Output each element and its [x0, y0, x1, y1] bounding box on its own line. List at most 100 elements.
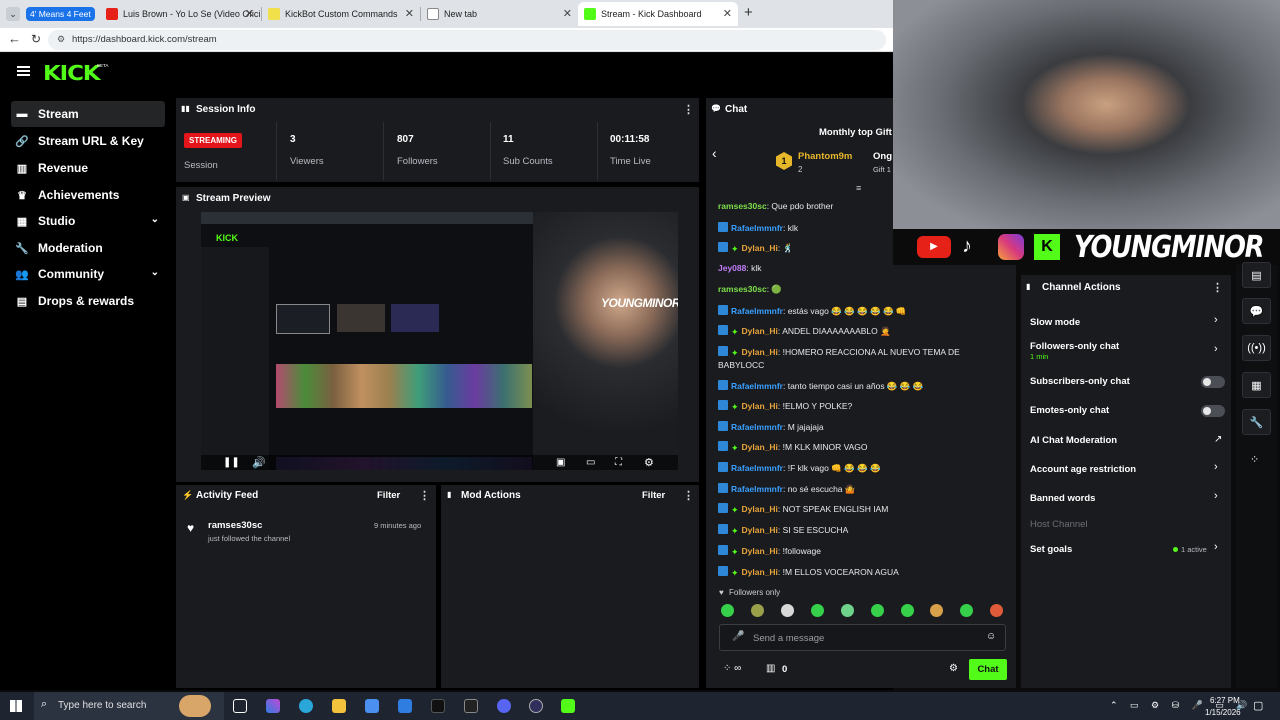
file-explorer-icon[interactable] — [332, 699, 346, 713]
chat-username[interactable]: Rafaelmmnfr — [731, 223, 783, 233]
taskbar-search-box[interactable]: ⌕ Type here to search — [34, 692, 224, 720]
chat-username[interactable]: Dylan_Hi — [742, 504, 778, 514]
emote-icon[interactable] — [781, 604, 794, 617]
volume-icon[interactable]: 🔊 — [252, 456, 266, 469]
notification-icon[interactable]: ▢ — [1253, 699, 1263, 712]
chat-username[interactable]: Dylan_Hi — [742, 326, 778, 336]
fullscreen-icon[interactable]: ⛶ — [615, 457, 622, 468]
chat-username[interactable]: ramses30sc — [718, 284, 767, 294]
chat-username[interactable]: Rafaelmmnfr — [731, 463, 783, 473]
emote-icon[interactable] — [990, 604, 1003, 617]
sidebar-item-achievements[interactable]: ♛ Achievements — [11, 182, 165, 208]
chat-username[interactable]: Rafaelmmnfr — [731, 484, 783, 494]
task-view-icon[interactable] — [233, 699, 247, 713]
top-gifter-name[interactable]: Phantom9m — [798, 151, 852, 162]
chat-username[interactable]: ramses30sc — [718, 201, 767, 211]
chat-username[interactable]: Rafaelmmnfr — [731, 381, 783, 391]
session-menu-kebab-icon[interactable]: ⋮ — [683, 103, 694, 116]
chevron-right-icon[interactable]: › — [1214, 461, 1218, 473]
stream-preview-video[interactable]: KICK YOUNGMINOR ❚❚ 🔊 ▣ ▭ ⛶ ⚙ — [201, 212, 678, 470]
close-tab-icon[interactable]: ✕ — [405, 7, 414, 20]
copilot-icon[interactable] — [266, 699, 280, 713]
tiktok-app-icon[interactable] — [431, 699, 445, 713]
chat-username[interactable]: Dylan_Hi — [742, 243, 778, 253]
emote-icon[interactable] — [871, 604, 884, 617]
followers-only-row[interactable]: Followers-only chat — [1030, 341, 1119, 352]
back-arrow-icon[interactable]: ← — [8, 31, 21, 46]
chat-input[interactable]: 🎤 Send a message ☺ — [719, 624, 1006, 651]
channel-actions-kebab-icon[interactable]: ⋮ — [1212, 281, 1223, 294]
chat-username[interactable]: Dylan_Hi — [742, 401, 778, 411]
chevron-right-icon[interactable]: › — [1214, 490, 1218, 502]
theater-mode-icon[interactable]: ▭ — [586, 457, 595, 468]
store-icon[interactable] — [365, 699, 379, 713]
chat-username[interactable]: Dylan_Hi — [742, 567, 778, 577]
emotes-only-toggle[interactable] — [1201, 405, 1225, 417]
emote-icon[interactable] — [960, 604, 973, 617]
sidebar-item-community[interactable]: 👥 Community ⌄ — [11, 261, 165, 287]
emote-icon[interactable] — [751, 604, 764, 617]
rail-layout-icon[interactable]: ▦ — [1242, 372, 1271, 398]
mod-menu-kebab-icon[interactable]: ⋮ — [683, 489, 694, 502]
emoji-picker-icon[interactable]: ☺ — [986, 631, 996, 642]
sidebar-item-drops-rewards[interactable]: ▤ Drops & rewards — [11, 288, 165, 314]
rail-wrench-icon[interactable]: 🔧 — [1242, 409, 1271, 435]
url-field[interactable]: ⚙ https://dashboard.kick.com/stream — [48, 30, 886, 50]
obs-icon[interactable] — [529, 699, 543, 713]
discord-icon[interactable] — [497, 699, 511, 713]
banned-words-row[interactable]: Banned words — [1030, 493, 1095, 504]
sidebar-item-revenue[interactable]: ▥ Revenue — [11, 155, 165, 181]
tab-group-label[interactable]: 4' Means 4 Feet — [26, 7, 95, 21]
chevron-right-icon[interactable]: › — [1214, 314, 1218, 326]
emote-icon[interactable] — [811, 604, 824, 617]
rail-document-icon[interactable]: ▤ — [1242, 262, 1271, 288]
send-chat-button[interactable]: Chat — [969, 659, 1007, 680]
mod-filter-button[interactable]: Filter — [642, 490, 665, 501]
chat-username[interactable]: Dylan_Hi — [742, 546, 778, 556]
windows-start-icon[interactable] — [10, 700, 22, 712]
microphone-icon[interactable]: 🎤 — [732, 631, 744, 642]
pause-icon[interactable]: ❚❚ — [223, 457, 240, 468]
tab-list-dropdown-icon[interactable]: ⌄ — [6, 7, 20, 21]
chat-username[interactable]: Rafaelmmnfr — [731, 422, 783, 432]
external-link-icon[interactable]: ↗ — [1214, 434, 1222, 445]
collapse-handle-icon[interactable]: ≡ — [856, 183, 861, 193]
browser-tab-3[interactable]: KickBot Custom Commands ✕ — [262, 2, 420, 26]
capcut-icon[interactable] — [464, 699, 478, 713]
close-tab-icon[interactable]: ✕ — [245, 7, 254, 20]
emote-icon[interactable] — [930, 604, 943, 617]
kick-app-icon[interactable] — [561, 699, 575, 713]
slow-mode-row[interactable]: Slow mode — [1030, 317, 1080, 328]
kick-logo[interactable]: KICK — [43, 61, 101, 85]
subscribers-only-toggle[interactable] — [1201, 376, 1225, 388]
mail-icon[interactable] — [398, 699, 412, 713]
emote-icon[interactable] — [721, 604, 734, 617]
chevron-down-icon[interactable]: ⌄ — [151, 267, 159, 278]
sidebar-item-studio[interactable]: ▦ Studio ⌄ — [11, 208, 165, 234]
sidebar-item-stream-url-key[interactable]: 🔗 Stream URL & Key — [11, 128, 165, 154]
sidebar-item-stream[interactable]: ▬ Stream — [11, 101, 165, 127]
rail-drops-icon[interactable]: ⁘ — [1250, 453, 1259, 466]
reload-icon[interactable]: ↻ — [31, 32, 41, 46]
chat-username[interactable]: Dylan_Hi — [742, 442, 778, 452]
carousel-prev-icon[interactable]: ‹ — [712, 145, 717, 161]
account-age-row[interactable]: Account age restriction — [1030, 464, 1136, 475]
site-info-icon[interactable]: ⚙ — [57, 34, 65, 45]
chevron-right-icon[interactable]: › — [1214, 541, 1218, 553]
chevron-down-icon[interactable]: ⌄ — [151, 214, 159, 225]
hamburger-menu-icon[interactable] — [17, 66, 30, 76]
loop-icon[interactable]: ⁘ ∞ — [723, 663, 741, 674]
chat-username[interactable]: Dylan_Hi — [742, 525, 778, 535]
edge-icon[interactable] — [299, 699, 313, 713]
activity-filter-button[interactable]: Filter — [377, 490, 400, 501]
chat-username[interactable]: Jey088 — [718, 263, 746, 273]
sidebar-item-moderation[interactable]: 🔧 Moderation — [11, 235, 165, 261]
browser-tab-5[interactable]: Stream - Kick Dashboard ✕ — [578, 2, 738, 26]
settings-gear-icon[interactable]: ⚙ — [644, 456, 654, 469]
browser-tab-2[interactable]: Luis Brown - Yo Lo Se (Video Ofici... ✕ — [100, 2, 260, 26]
chat-settings-gear-icon[interactable]: ⚙ — [949, 663, 958, 674]
close-tab-icon[interactable]: ✕ — [723, 7, 732, 20]
activity-user[interactable]: ramses30sc — [208, 520, 262, 531]
close-tab-icon[interactable]: ✕ — [563, 7, 572, 20]
activity-menu-kebab-icon[interactable]: ⋮ — [419, 489, 430, 502]
